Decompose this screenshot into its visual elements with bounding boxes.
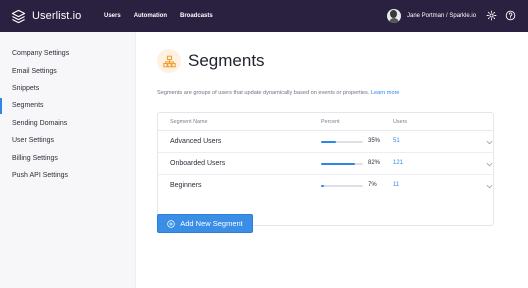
percent-bar bbox=[321, 185, 363, 187]
page-description: Segments are groups of users that update… bbox=[157, 90, 400, 96]
user-name: Jane Portman / Sparkle.io bbox=[407, 13, 477, 19]
user-count-link[interactable]: 51 bbox=[393, 138, 400, 144]
stack-layers-icon bbox=[11, 9, 26, 23]
percent-bar bbox=[321, 141, 363, 143]
settings-sidebar: Company Settings Email Settings Snippets… bbox=[0, 32, 136, 288]
sidebar-item-user-settings[interactable]: User Settings bbox=[0, 133, 136, 149]
user-count-link[interactable]: 11 bbox=[393, 182, 399, 188]
chevron-down-icon[interactable] bbox=[486, 139, 493, 146]
nav-item-broadcasts[interactable]: Broadcasts bbox=[180, 13, 213, 19]
column-header-percent: Percent bbox=[321, 119, 340, 125]
segment-name: Onboarded Users bbox=[170, 160, 226, 167]
sidebar-item-segments[interactable]: Segments bbox=[0, 98, 136, 114]
table-row[interactable]: Beginners 7% 11 bbox=[158, 175, 493, 197]
add-new-segment-button[interactable]: Add New Segment bbox=[157, 214, 253, 233]
add-new-segment-label: Add New Segment bbox=[180, 219, 243, 228]
gear-icon[interactable] bbox=[486, 10, 497, 21]
segments-tree-icon bbox=[162, 55, 176, 67]
sidebar-item-billing-settings[interactable]: Billing Settings bbox=[0, 151, 136, 167]
column-header-users: Users bbox=[393, 119, 408, 125]
percent-bar-fill bbox=[321, 141, 336, 143]
percent-bar-fill bbox=[321, 163, 356, 165]
app-name: Userlist.io bbox=[32, 10, 82, 22]
avatar bbox=[387, 9, 401, 23]
chevron-down-icon[interactable] bbox=[486, 161, 493, 168]
segments-table: Segment Name Percent Users Advanced User… bbox=[157, 112, 494, 226]
percent-bar-fill bbox=[321, 185, 324, 187]
nav-item-users[interactable]: Users bbox=[104, 13, 121, 19]
sidebar-item-company-settings[interactable]: Company Settings bbox=[0, 46, 136, 62]
segment-name: Advanced Users bbox=[170, 138, 222, 145]
sidebar-item-snippets[interactable]: Snippets bbox=[0, 81, 136, 97]
percent-value: 7% bbox=[368, 182, 377, 188]
description-text: Segments are groups of users that update… bbox=[157, 90, 370, 96]
percent-value: 82% bbox=[368, 160, 381, 166]
learn-more-link[interactable]: Learn more bbox=[371, 90, 400, 96]
user-menu[interactable]: Jane Portman / Sparkle.io bbox=[387, 7, 476, 25]
page-title: Segments bbox=[188, 51, 265, 70]
top-navigation-bar: Userlist.io Users Automation Broadcasts … bbox=[0, 0, 528, 32]
main-content: Segments Segments are groups of users th… bbox=[136, 32, 528, 288]
table-header: Segment Name Percent Users bbox=[158, 113, 493, 131]
column-header-segment-name: Segment Name bbox=[170, 119, 208, 125]
table-row[interactable]: Onboarded Users 82% 121 bbox=[158, 153, 493, 175]
table-row[interactable]: Advanced Users 35% 51 bbox=[158, 131, 493, 153]
nav-item-automation[interactable]: Automation bbox=[134, 13, 167, 19]
sidebar-item-email-settings[interactable]: Email Settings bbox=[0, 64, 136, 80]
main-nav: Users Automation Broadcasts bbox=[104, 0, 226, 32]
segment-name: Beginners bbox=[170, 182, 202, 189]
percent-bar bbox=[321, 163, 363, 165]
sidebar-item-sending-domains[interactable]: Sending Domains bbox=[0, 116, 136, 132]
plus-circle-icon bbox=[167, 219, 175, 228]
percent-value: 35% bbox=[368, 138, 381, 144]
app-logo[interactable]: Userlist.io bbox=[11, 7, 81, 25]
user-count-link[interactable]: 121 bbox=[393, 160, 403, 166]
chevron-down-icon[interactable] bbox=[486, 183, 493, 190]
question-circle-icon[interactable] bbox=[505, 10, 516, 21]
segments-title-badge bbox=[157, 49, 181, 73]
sidebar-item-push-api-settings[interactable]: Push API Settings bbox=[0, 168, 136, 184]
